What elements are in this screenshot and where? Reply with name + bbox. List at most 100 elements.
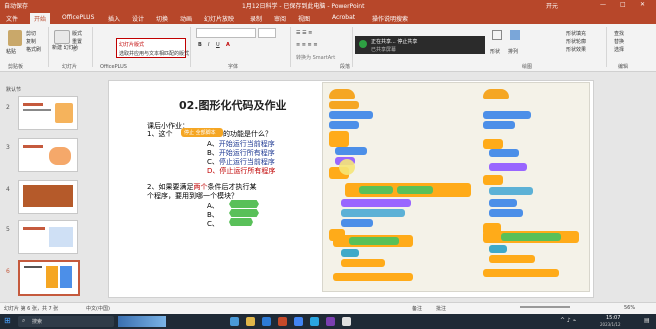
select-button[interactable]: 选择 [614, 46, 624, 53]
convert-smartart-button[interactable]: 转换为 SmartArt [296, 54, 335, 61]
slide-thumbnail[interactable] [18, 96, 78, 130]
notes-button[interactable]: 备注 [412, 305, 422, 312]
reset-button[interactable]: 重置 [72, 38, 82, 45]
tab-transitions[interactable]: 切换 [156, 14, 168, 23]
code-block [489, 209, 523, 217]
font-color-button[interactable]: A [226, 42, 230, 48]
arrange-button[interactable]: 排列 [508, 48, 518, 55]
paste-icon[interactable] [8, 30, 22, 46]
tab-view[interactable]: 视图 [298, 14, 310, 23]
layout-button[interactable]: 版式 [72, 30, 82, 37]
arrange-icon[interactable] [510, 30, 520, 40]
shapes-button[interactable]: 形状 [490, 48, 500, 55]
and-block-icon [229, 200, 259, 208]
format-painter-button[interactable]: 格式刷 [26, 46, 41, 53]
windows-taskbar: ⊞ ⌕ 搜索 ^ ♪ ⌁ 15:07 2023/1/12 ▤ [0, 314, 656, 329]
slide-thumbnail[interactable] [18, 220, 78, 254]
tab-design[interactable]: 设计 [132, 14, 144, 23]
tab-record[interactable]: 录制 [250, 14, 262, 23]
condition-block [501, 233, 561, 241]
q2-option-c: C、 [207, 220, 219, 228]
clock-date[interactable]: 2023/1/12 [600, 322, 621, 327]
shapes-icon[interactable] [492, 30, 502, 40]
shape-fill-button[interactable]: 形状填充 [566, 30, 586, 37]
question-1-suffix: 的功能是什么？ [223, 130, 272, 138]
powerpoint-icon[interactable] [278, 317, 287, 326]
group-editing: 编辑 [618, 64, 629, 70]
find-button[interactable]: 查找 [614, 30, 624, 37]
tab-insert[interactable]: 插入 [108, 14, 120, 23]
tab-slideshow[interactable]: 幻灯片放映 [204, 14, 234, 23]
not-block-icon [229, 218, 253, 226]
ribbon-tabs: 文件 开始 OfficePLUS 插入 设计 切换 动画 幻灯片放映 录制 审阅… [0, 12, 656, 25]
zoom-level[interactable]: 56% [624, 305, 635, 311]
slide-thumbnail-selected[interactable] [18, 260, 80, 296]
user-name[interactable]: 开元 [546, 1, 558, 10]
screen-share-toast[interactable]: 正在共享... 停止共享 已共享屏幕 [355, 36, 485, 54]
slide-thumbnail[interactable] [18, 180, 78, 214]
code-block [341, 199, 411, 207]
bold-button[interactable]: B [198, 42, 202, 48]
thumb-number: 5 [6, 226, 10, 233]
cut-button[interactable]: 剪切 [26, 30, 36, 37]
task-view-icon[interactable] [230, 317, 239, 326]
app-icon[interactable] [342, 317, 351, 326]
app-icon[interactable] [326, 317, 335, 326]
language-indicator[interactable]: 中文(中国) [86, 305, 110, 312]
notification-icon[interactable]: ▤ [644, 317, 650, 324]
slide-thumbnail[interactable] [18, 138, 78, 172]
shape-outline-button[interactable]: 形状轮廓 [566, 38, 586, 45]
align-icon[interactable]: ≡ ≡ ≡ ≡ [296, 42, 318, 48]
new-slide-icon[interactable] [54, 30, 70, 44]
tab-file[interactable]: 文件 [6, 14, 18, 23]
underline-button[interactable]: U [216, 42, 220, 48]
copy-button[interactable]: 复制 [26, 38, 36, 45]
shape-effects-button[interactable]: 形状效果 [566, 46, 586, 53]
italic-button[interactable]: I [208, 42, 209, 48]
tab-review[interactable]: 审阅 [274, 14, 286, 23]
font-size-box[interactable] [258, 28, 276, 38]
group-font: 字体 [228, 64, 239, 70]
tab-tell-me[interactable]: 操作说明搜索 [372, 14, 408, 23]
font-name-box[interactable] [196, 28, 256, 38]
code-block [335, 147, 367, 155]
stop-block-label: 停止 全部脚本 [184, 130, 216, 136]
group-clipboard: 剪贴板 [8, 64, 24, 70]
condition-block [359, 186, 393, 194]
condition-block [349, 237, 399, 245]
chrome-icon[interactable] [294, 317, 303, 326]
question-1-prefix: 1、这个 [147, 130, 173, 138]
taskbar-search-box[interactable]: ⌕ 搜索 [18, 316, 114, 327]
tab-acrobat[interactable]: Acrobat [332, 14, 355, 21]
quick-access-label[interactable]: 自动保存 [4, 1, 28, 10]
section-button[interactable]: 节 [72, 46, 77, 53]
minimize-button[interactable]: — [600, 1, 606, 8]
code-block [329, 101, 359, 109]
thumb-number: 4 [6, 186, 10, 193]
maximize-button[interactable]: □ [620, 1, 626, 8]
code-block [329, 131, 349, 147]
zoom-slider[interactable] [520, 306, 570, 308]
code-block [483, 269, 559, 277]
tab-animations[interactable]: 动画 [180, 14, 192, 23]
weather-widget[interactable] [118, 316, 166, 327]
code-block [489, 255, 535, 263]
comments-button[interactable]: 批注 [436, 305, 446, 312]
replace-button[interactable]: 替换 [614, 38, 624, 45]
page-title: 02.图形化代码及作业 [179, 99, 287, 112]
code-block [341, 219, 373, 227]
tab-officeplus[interactable]: OfficePLUS [62, 14, 94, 21]
windows-start-icon[interactable]: ⊞ [4, 316, 11, 325]
paste-button[interactable]: 粘贴 [6, 48, 16, 55]
code-block [489, 187, 533, 195]
thumb-number: 2 [6, 104, 10, 111]
edge-icon[interactable] [262, 317, 271, 326]
close-button[interactable]: ✕ [640, 1, 645, 8]
file-explorer-icon[interactable] [246, 317, 255, 326]
clock-time[interactable]: 15:07 [606, 315, 620, 321]
app-icon[interactable] [310, 317, 319, 326]
section-header[interactable]: 默认节 [6, 86, 21, 93]
bullets-icon[interactable]: ☰ ☰ ≡ [296, 30, 312, 36]
divider [48, 27, 49, 67]
tray-icons[interactable]: ^ ♪ ⌁ [560, 317, 576, 324]
